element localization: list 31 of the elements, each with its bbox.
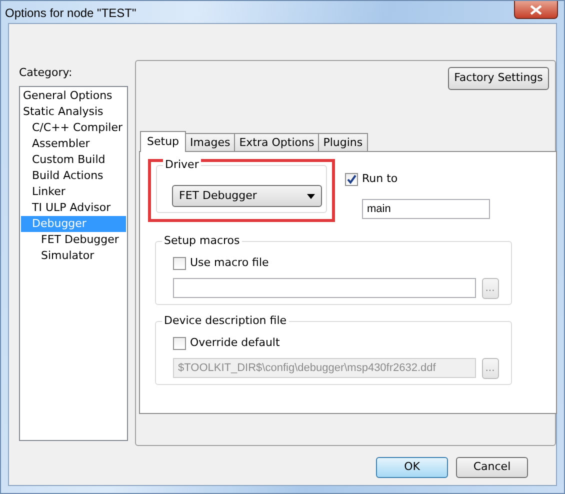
use-macro-file-checkbox[interactable]: Use macro file	[173, 255, 269, 272]
dialog-button[interactable]: Cancel	[456, 457, 528, 478]
macro-file-field[interactable]	[173, 278, 476, 298]
close-icon	[530, 4, 542, 14]
category-item[interactable]: Linker	[21, 184, 126, 200]
tab[interactable]: Extra Options	[234, 133, 320, 151]
window-title: Options for node "TEST"	[5, 5, 136, 22]
category-item[interactable]: FET Debugger	[21, 232, 126, 248]
run-to-checkbox[interactable]: Run to	[345, 171, 398, 188]
factory-settings-button[interactable]: Factory Settings	[448, 67, 549, 90]
caret-icon	[307, 194, 315, 198]
check-icon	[346, 174, 357, 185]
category-item[interactable]: Static Analysis	[21, 104, 126, 120]
tab[interactable]: Plugins	[318, 133, 368, 151]
category-label: Category:	[19, 65, 74, 81]
group-title: Device description file	[162, 314, 289, 328]
tab[interactable]: Images	[185, 133, 236, 151]
category-item[interactable]: TI ULP Advisor	[21, 200, 126, 216]
driver-dropdown[interactable]: FET Debugger	[172, 185, 322, 207]
category-item[interactable]: Simulator	[21, 248, 126, 264]
close-button[interactable]	[514, 1, 558, 19]
dialog-button[interactable]: OK	[376, 457, 448, 478]
category-item[interactable]: Assembler	[21, 136, 126, 152]
tab[interactable]: Setup	[140, 131, 186, 152]
override-default-checkbox[interactable]: Override default	[173, 335, 280, 352]
category-item[interactable]: Custom Build	[21, 152, 126, 168]
category-item[interactable]: Build Actions	[21, 168, 126, 184]
category-item[interactable]: General Options	[21, 88, 126, 104]
run-to-field[interactable]: main	[362, 199, 490, 220]
group-title: Setup macros	[162, 234, 242, 248]
category-item[interactable]: C/C++ Compiler	[21, 120, 126, 136]
